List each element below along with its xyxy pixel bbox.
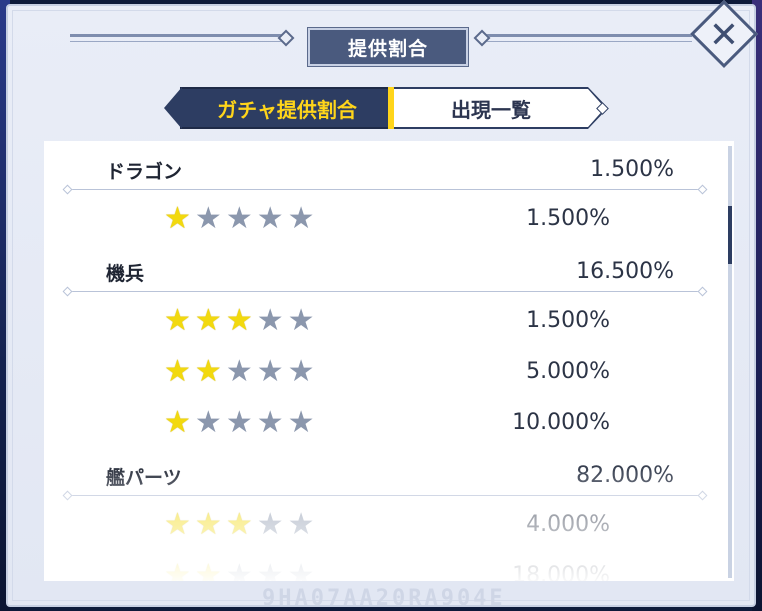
star-icon: ★ xyxy=(225,405,253,440)
star-icon: ★ xyxy=(164,507,191,542)
star-rating: ★ ★ ★ ★ ★ xyxy=(164,204,315,234)
category-percent: 1.500% xyxy=(590,157,674,182)
tab-gacha-rates[interactable]: ガチャ提供割合 xyxy=(164,87,394,129)
star-icon: ★ xyxy=(256,354,284,389)
header-line-right-thin xyxy=(486,41,692,42)
star-icon: ★ xyxy=(194,507,222,542)
category-name: 艦パーツ xyxy=(106,467,182,489)
header-diamond-left xyxy=(277,29,295,47)
tab-bar: ガチャ提供割合 出現一覧 xyxy=(164,87,614,129)
category-name: 機兵 xyxy=(106,263,145,285)
rarity-percent: 18.000% xyxy=(512,563,610,581)
rarity-percent: 4.000% xyxy=(526,512,610,537)
rate-list[interactable]: ドラゴン 1.500% ★ ★ ★ ★ ★ 1.500% 機兵 16.500% ★ ★ ★ ★ ★ 1.500… xyxy=(44,141,734,581)
star-icon: ★ xyxy=(287,354,315,389)
close-icon: ✕ xyxy=(708,14,740,56)
star-icon: ★ xyxy=(287,201,315,236)
star-icon: ★ xyxy=(164,201,191,236)
header-line-left-thin xyxy=(70,41,288,42)
star-icon: ★ xyxy=(164,405,191,440)
footer-text: 9HA07AA20RA904E xyxy=(262,586,506,611)
star-icon: ★ xyxy=(256,558,284,582)
star-icon: ★ xyxy=(194,354,222,389)
close-button[interactable]: ✕ xyxy=(690,0,758,68)
category-divider xyxy=(70,495,700,496)
category-row: ドラゴン 1.500% xyxy=(44,141,714,191)
rarity-row: ★ ★ ★ ★ ★ 4.000% xyxy=(44,498,714,548)
rarity-row: ★ ★ ★ ★ ★ 1.500% xyxy=(44,294,714,344)
star-icon: ★ xyxy=(225,303,253,338)
header-line-left xyxy=(70,34,288,37)
rarity-row: ★ ★ ★ ★ ★ 18.000% xyxy=(44,549,714,582)
star-icon: ★ xyxy=(256,405,284,440)
rate-dialog: 提供割合 ✕ ガチャ提供割合 出現一覧 ドラゴン 1.500% ★ ★ ★ ★ ★ 1.500… xyxy=(6,0,758,611)
star-rating: ★ ★ ★ ★ ★ xyxy=(164,510,315,540)
header-diamond-right xyxy=(473,29,491,47)
star-rating: ★ ★ ★ ★ ★ xyxy=(164,357,315,387)
category-divider xyxy=(70,291,700,292)
rarity-percent: 5.000% xyxy=(526,359,610,384)
dialog-title-text: 提供割合 xyxy=(347,37,428,60)
star-rating: ★ ★ ★ ★ ★ xyxy=(164,408,315,438)
star-icon: ★ xyxy=(164,354,191,389)
star-icon: ★ xyxy=(194,558,222,582)
star-icon: ★ xyxy=(194,405,222,440)
star-icon: ★ xyxy=(287,405,315,440)
rarity-row: ★ ★ ★ ★ ★ 5.000% xyxy=(44,345,714,395)
category-divider xyxy=(70,189,700,190)
star-icon: ★ xyxy=(287,303,315,338)
header-line-right xyxy=(486,34,692,37)
star-icon: ★ xyxy=(225,507,253,542)
category-percent: 82.000% xyxy=(576,463,674,488)
star-icon: ★ xyxy=(287,558,315,582)
tab-appearance-list[interactable]: 出現一覧 xyxy=(394,87,608,129)
category-row: 艦パーツ 82.000% xyxy=(44,447,714,497)
star-icon: ★ xyxy=(194,201,222,236)
tab-appearance-list-label: 出現一覧 xyxy=(451,97,531,122)
category-name: ドラゴン xyxy=(106,161,183,183)
star-icon: ★ xyxy=(164,303,191,338)
star-rating: ★ ★ ★ ★ ★ xyxy=(164,306,315,336)
rarity-row: ★ ★ ★ ★ ★ 10.000% xyxy=(44,396,714,446)
star-rating: ★ ★ ★ ★ ★ xyxy=(164,558,315,582)
star-icon: ★ xyxy=(164,558,191,582)
star-icon: ★ xyxy=(256,507,284,542)
rarity-percent: 1.500% xyxy=(526,206,610,231)
star-icon: ★ xyxy=(194,303,222,338)
rarity-row: ★ ★ ★ ★ ★ 1.500% xyxy=(44,192,714,242)
star-icon: ★ xyxy=(287,507,315,542)
category-row: 機兵 16.500% xyxy=(44,243,714,293)
rarity-percent: 1.500% xyxy=(526,308,610,333)
category-percent: 16.500% xyxy=(576,259,674,284)
scrollbar-thumb[interactable] xyxy=(728,206,732,264)
star-icon: ★ xyxy=(225,201,253,236)
scrollbar[interactable] xyxy=(728,146,732,578)
dialog-title: 提供割合 xyxy=(307,27,469,67)
rarity-percent: 10.000% xyxy=(512,410,610,435)
tab-gacha-rates-label: ガチャ提供割合 xyxy=(217,97,357,122)
star-icon: ★ xyxy=(225,354,253,389)
star-icon: ★ xyxy=(256,201,284,236)
star-icon: ★ xyxy=(225,558,253,582)
star-icon: ★ xyxy=(256,303,284,338)
